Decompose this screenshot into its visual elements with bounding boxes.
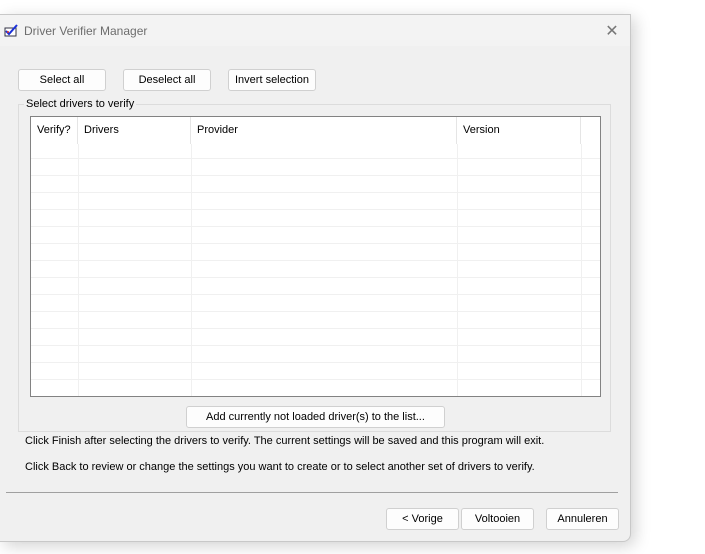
group-label: Select drivers to verify [24, 98, 137, 110]
row-gridline [31, 192, 600, 193]
row-gridline [31, 209, 600, 210]
invert-selection-button[interactable]: Invert selection [228, 69, 316, 91]
row-gridline [31, 260, 600, 261]
column-header-verify[interactable]: Verify? [31, 117, 78, 144]
column-header-drivers[interactable]: Drivers [78, 117, 191, 144]
select-all-button[interactable]: Select all [18, 69, 106, 91]
footer-separator [6, 492, 618, 493]
finish-instruction: Click Finish after selecting the drivers… [25, 435, 545, 447]
row-gridline [31, 345, 600, 346]
column-divider [78, 144, 79, 396]
row-gridline [31, 362, 600, 363]
row-gridline [31, 243, 600, 244]
row-gridline [31, 175, 600, 176]
row-gridline [31, 294, 600, 295]
row-gridline [31, 158, 600, 159]
column-header-version[interactable]: Version [457, 117, 581, 144]
column-divider [457, 144, 458, 396]
title-bar: Driver Verifier Manager ✕ [0, 15, 630, 46]
dialog-window: Driver Verifier Manager ✕ Select all Des… [0, 14, 631, 542]
finish-button[interactable]: Voltooien [461, 508, 534, 530]
column-header-provider[interactable]: Provider [191, 117, 457, 144]
deselect-all-button[interactable]: Deselect all [123, 69, 211, 91]
row-gridline [31, 226, 600, 227]
row-gridline [31, 277, 600, 278]
cancel-button[interactable]: Annuleren [546, 508, 619, 530]
add-unloaded-drivers-button[interactable]: Add currently not loaded driver(s) to th… [186, 406, 445, 428]
column-divider [191, 144, 192, 396]
back-button[interactable]: < Vorige [386, 508, 459, 530]
drivers-table[interactable]: Verify? Drivers Provider Version [30, 116, 601, 397]
close-icon[interactable]: ✕ [602, 21, 622, 41]
driver-verifier-checkmark-icon [4, 24, 18, 37]
window-title: Driver Verifier Manager [24, 24, 148, 38]
row-gridline [31, 379, 600, 380]
row-gridline [31, 311, 600, 312]
back-instruction: Click Back to review or change the setti… [25, 461, 535, 473]
column-divider [581, 144, 582, 396]
row-gridline [31, 328, 600, 329]
